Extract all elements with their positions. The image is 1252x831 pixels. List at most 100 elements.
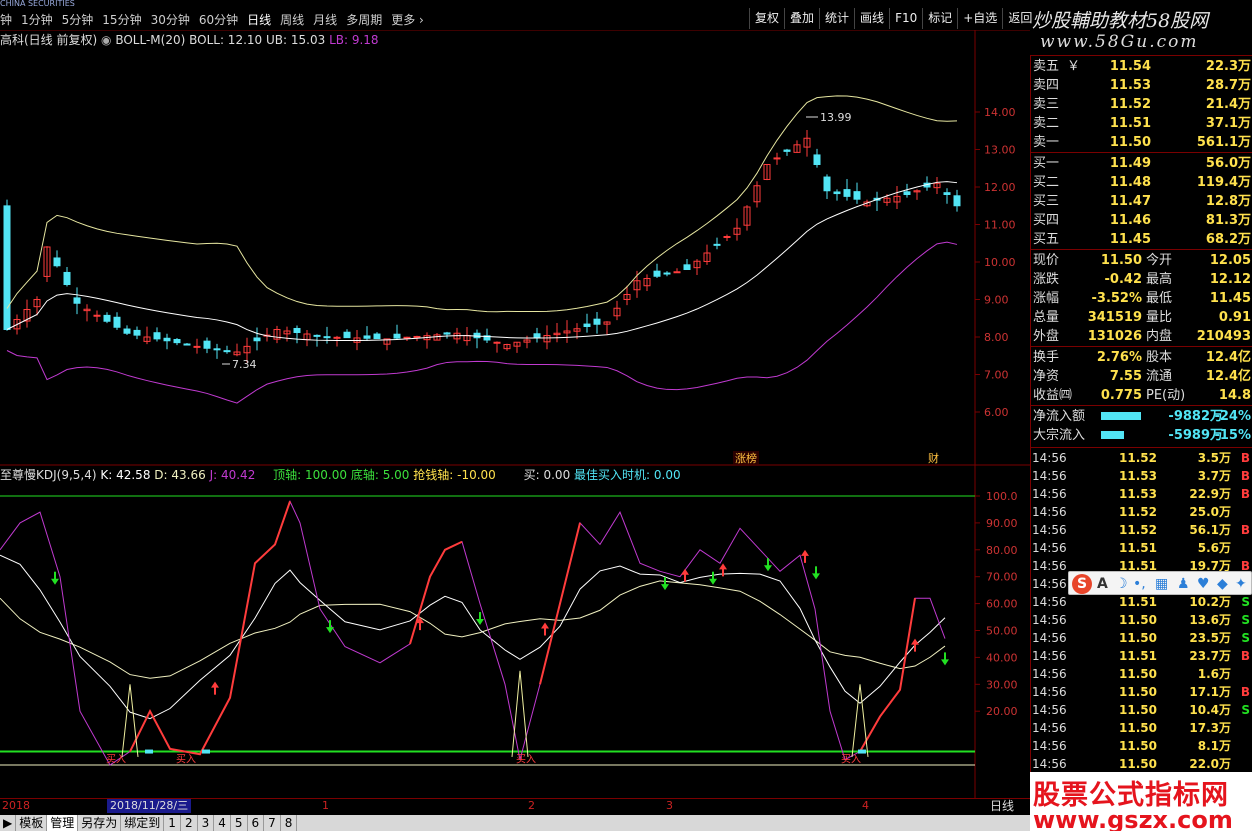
period-15min[interactable]: 15分钟: [102, 11, 141, 28]
indicator-toggle-icon[interactable]: ◉: [101, 33, 111, 47]
tick-side: B: [1240, 487, 1250, 501]
tool-add-watchlist[interactable]: +自选: [957, 8, 1002, 29]
sell-arrow-icon: [709, 571, 717, 585]
tab-5[interactable]: 5: [231, 815, 248, 831]
sell-volume: 561.1万: [1196, 135, 1251, 150]
tab-2[interactable]: 2: [181, 815, 198, 831]
price-axis-label: 8.00: [984, 331, 1009, 344]
tick-volume: 10.2万: [1189, 595, 1231, 609]
tick-price: 11.53: [1119, 469, 1157, 483]
keyboard-icon[interactable]: ▦: [1155, 575, 1168, 593]
chart-tools: 复权 叠加 统计 画线 F10 标记 +自选 返回: [749, 8, 1037, 29]
tab-bind-to[interactable]: 绑定到: [121, 815, 165, 831]
sell-row: 卖一 11.50 561.1万: [1031, 133, 1252, 152]
tab-7[interactable]: 7: [264, 815, 281, 831]
period-day[interactable]: 日线: [247, 11, 271, 28]
candle-body: [173, 338, 181, 344]
period-30min[interactable]: 30分钟: [151, 11, 190, 28]
flow-label: 大宗流入: [1033, 428, 1086, 443]
boll-value: BOLL: 12.10: [189, 33, 263, 47]
chart-canvas[interactable]: 14.00 13.00 12.00 11.00 10.00 9.00 8.00 7.00 6.0…: [0, 30, 1030, 798]
kdj-marker: [145, 749, 153, 754]
tab-3[interactable]: 3: [198, 815, 215, 831]
stat-label: 股本: [1146, 350, 1173, 365]
shirt-icon[interactable]: ◆: [1217, 575, 1228, 593]
tab-expand[interactable]: ▶: [0, 815, 17, 831]
kdj-name[interactable]: 至尊慢KDJ(9,5,4): [0, 468, 97, 482]
tool-mark[interactable]: 标记: [922, 8, 957, 29]
stat-value: 12.05: [1209, 253, 1251, 268]
skin-icon[interactable]: ♥: [1197, 575, 1210, 593]
tab-4[interactable]: 4: [214, 815, 231, 831]
period-more[interactable]: 更多 ›: [391, 11, 424, 28]
arrow-head: [681, 568, 689, 575]
flow-row: 净流入额 -9882万 -24%: [1031, 407, 1252, 426]
period-1min[interactable]: 1分钟: [21, 11, 53, 28]
moon-icon[interactable]: ☽: [1115, 575, 1128, 593]
tool-statistics[interactable]: 统计: [819, 8, 854, 29]
price-axis-label: 11.00: [984, 219, 1016, 232]
kdj-marker: [858, 749, 866, 754]
price-axis-label: 14.00: [984, 106, 1016, 119]
boll-upper-band: [6, 95, 958, 313]
sell-arrow-icon: [812, 566, 820, 580]
flow-percent: -15%: [1214, 428, 1251, 443]
lang-icon[interactable]: A: [1097, 575, 1108, 593]
tick-time: 14:56: [1032, 703, 1067, 717]
candle-body: [673, 271, 681, 274]
watermark-url: www.58Gu.com: [1040, 32, 1199, 52]
arrow-head: [211, 681, 219, 688]
period-month[interactable]: 月线: [313, 11, 337, 28]
tab-6[interactable]: 6: [248, 815, 265, 831]
tab-1[interactable]: 1: [164, 815, 181, 831]
candle-body: [133, 329, 141, 336]
tab-8[interactable]: 8: [281, 815, 298, 831]
tools-icon[interactable]: ✦: [1235, 575, 1247, 593]
user-icon[interactable]: ♟: [1177, 575, 1190, 593]
buy-arrow-icon: [211, 681, 219, 695]
candle-body: [813, 154, 821, 165]
buy-price: 11.45: [1109, 232, 1151, 247]
candle-body: [373, 333, 381, 340]
period-5min[interactable]: 5分钟: [62, 11, 94, 28]
sell-arrow-icon: [661, 577, 669, 591]
period-60min[interactable]: 60分钟: [199, 11, 238, 28]
tick-row: 14:56 11.50 17.1万 B: [1031, 683, 1252, 701]
tool-f10[interactable]: F10: [889, 8, 922, 29]
period-multi[interactable]: 多周期: [346, 11, 382, 28]
tool-draw-line[interactable]: 画线: [854, 8, 889, 29]
kdj-axis-label: 90.00: [986, 517, 1018, 530]
tick-price: 11.50: [1119, 757, 1157, 771]
candle-body: [583, 323, 591, 328]
candle-body: [783, 149, 791, 152]
ime-toolbar[interactable]: S A ☽ •, ▦ ♟ ♥ ◆ ✦: [1068, 571, 1252, 595]
buy-signal-label: 买入: [106, 753, 126, 765]
candle-body: [3, 205, 11, 331]
tab-manage[interactable]: 管理: [47, 815, 79, 831]
tool-restore-right[interactable]: 复权: [749, 8, 784, 29]
tick-row: 14:56 11.50 13.6万 S: [1031, 611, 1252, 629]
tick-price: 11.50: [1119, 667, 1157, 681]
sell-label: 卖一: [1033, 135, 1060, 150]
candle-body: [723, 236, 731, 238]
period-label-right[interactable]: 日线: [990, 799, 1014, 813]
candle-body: [653, 270, 661, 277]
tab-save-as[interactable]: 另存为: [78, 815, 122, 831]
candle-body: [683, 264, 691, 271]
tool-overlay[interactable]: 叠加: [784, 8, 819, 29]
punct-icon[interactable]: •,: [1133, 575, 1146, 593]
buy-row: 买一 11.49 56.0万: [1031, 154, 1252, 173]
candle-body: [63, 271, 71, 286]
tick-row: 14:56 11.50 22.0万: [1031, 755, 1252, 773]
period-week[interactable]: 周线: [280, 11, 304, 28]
year-mark: 2018: [2, 799, 30, 812]
indicator-name[interactable]: BOLL-M(20): [115, 33, 185, 47]
buy-row: 买五 11.45 68.2万: [1031, 230, 1252, 249]
buy-signal-label: 买入: [841, 753, 861, 765]
tick-time: 14:56: [1032, 739, 1067, 753]
tick-row: 14:56 11.51 23.7万 B: [1031, 647, 1252, 665]
candle-body: [833, 191, 841, 195]
ub-value: UB: 15.03: [266, 33, 326, 47]
tab-template[interactable]: 模板: [16, 815, 48, 831]
sogou-logo-icon[interactable]: S: [1072, 574, 1092, 594]
